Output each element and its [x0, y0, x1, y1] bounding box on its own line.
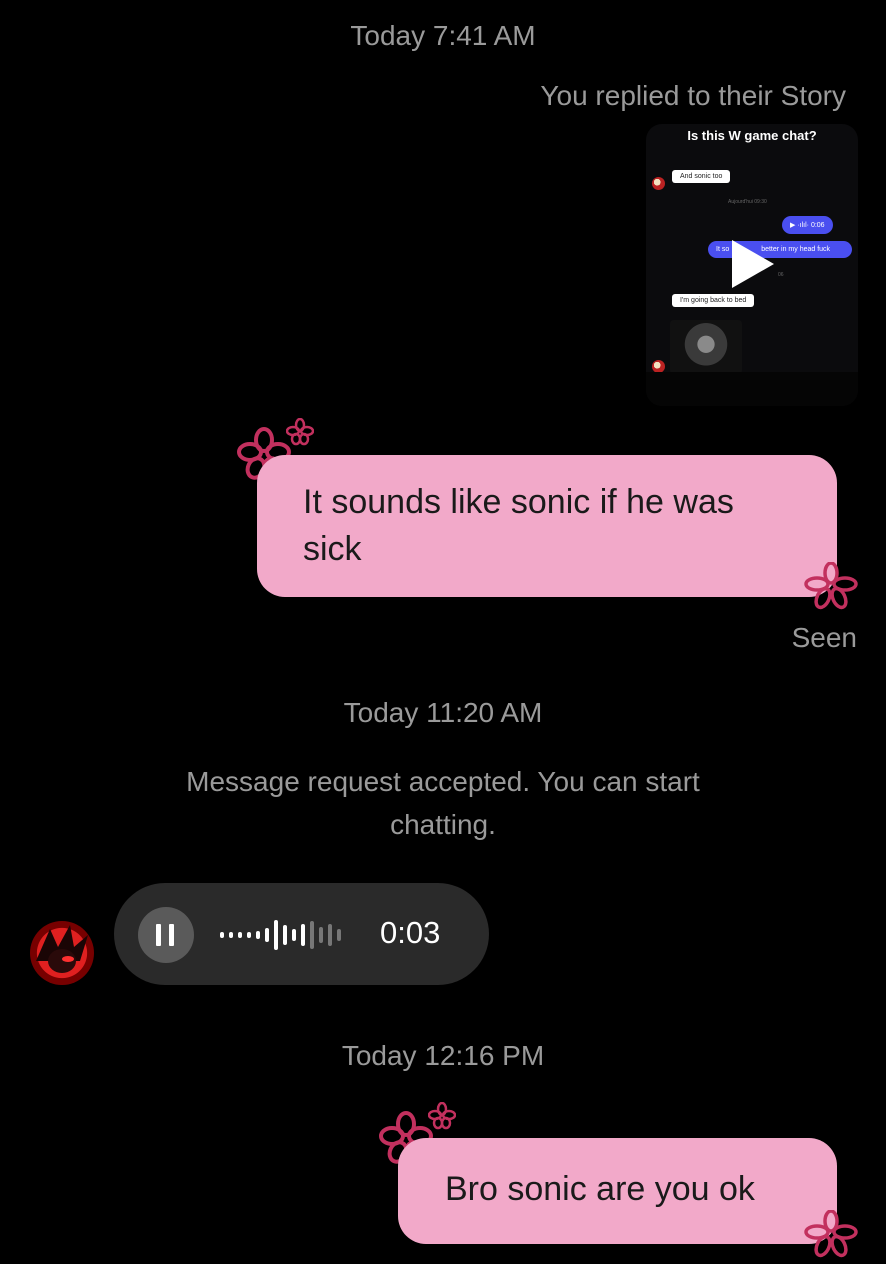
- story-preview-title: Is this W game chat?: [687, 128, 817, 143]
- story-preview-blue-msg: It so better in my head fuck: [708, 241, 852, 258]
- sent-message-2-text: Bro sonic are you ok: [445, 1170, 755, 1208]
- sent-message-1-text: It sounds like sonic if he was sick: [303, 483, 734, 568]
- seen-status: Seen: [791, 622, 857, 653]
- timestamp-3: Today 12:16 PM: [341, 1040, 545, 1071]
- waveform-icon: [220, 920, 341, 950]
- story-preview-avatar: [652, 177, 665, 190]
- story-preview-meta-2: 06: [778, 272, 784, 278]
- play-icon[interactable]: [732, 240, 774, 288]
- sent-message-2[interactable]: Bro sonic are you ok: [398, 1138, 837, 1244]
- story-preview-play-small-icon: ▶ ·ılıl·: [790, 222, 809, 229]
- story-preview-meta-1: Aujourd'hui 09:30: [728, 199, 767, 205]
- small-flower-icon: [428, 1102, 456, 1130]
- story-preview-photo: [670, 320, 742, 374]
- flower-icon: [804, 1210, 858, 1258]
- story-preview-msg-1: And sonic too: [672, 170, 731, 183]
- sent-message-1[interactable]: It sounds like sonic if he was sick: [257, 455, 837, 597]
- small-flower-icon: [286, 418, 314, 446]
- avatar-art: [36, 925, 88, 973]
- pause-icon[interactable]: [138, 907, 194, 963]
- system-message: Message request accepted. You can start …: [186, 766, 700, 840]
- story-preview-blue-left: It so: [716, 246, 730, 253]
- timestamp-2: Today 11:20 AM: [343, 697, 543, 728]
- story-preview[interactable]: Is this W game chat? And sonic too Aujou…: [646, 124, 858, 406]
- timestamp-1: Today 7:41 AM: [350, 20, 536, 51]
- story-reply-label: You replied to their Story: [540, 80, 846, 111]
- story-preview-footer: [646, 372, 858, 406]
- story-preview-voice-dur: 0:06: [810, 222, 825, 229]
- flower-icon: [804, 562, 858, 610]
- avatar[interactable]: [30, 921, 94, 985]
- voice-duration: 0:03: [380, 915, 441, 950]
- voice-message[interactable]: 0:03: [114, 883, 489, 985]
- story-preview-msg-2: I'm going back to bed: [672, 294, 755, 307]
- story-preview-voice: ▶ ·ılıl· 0:06: [782, 216, 833, 234]
